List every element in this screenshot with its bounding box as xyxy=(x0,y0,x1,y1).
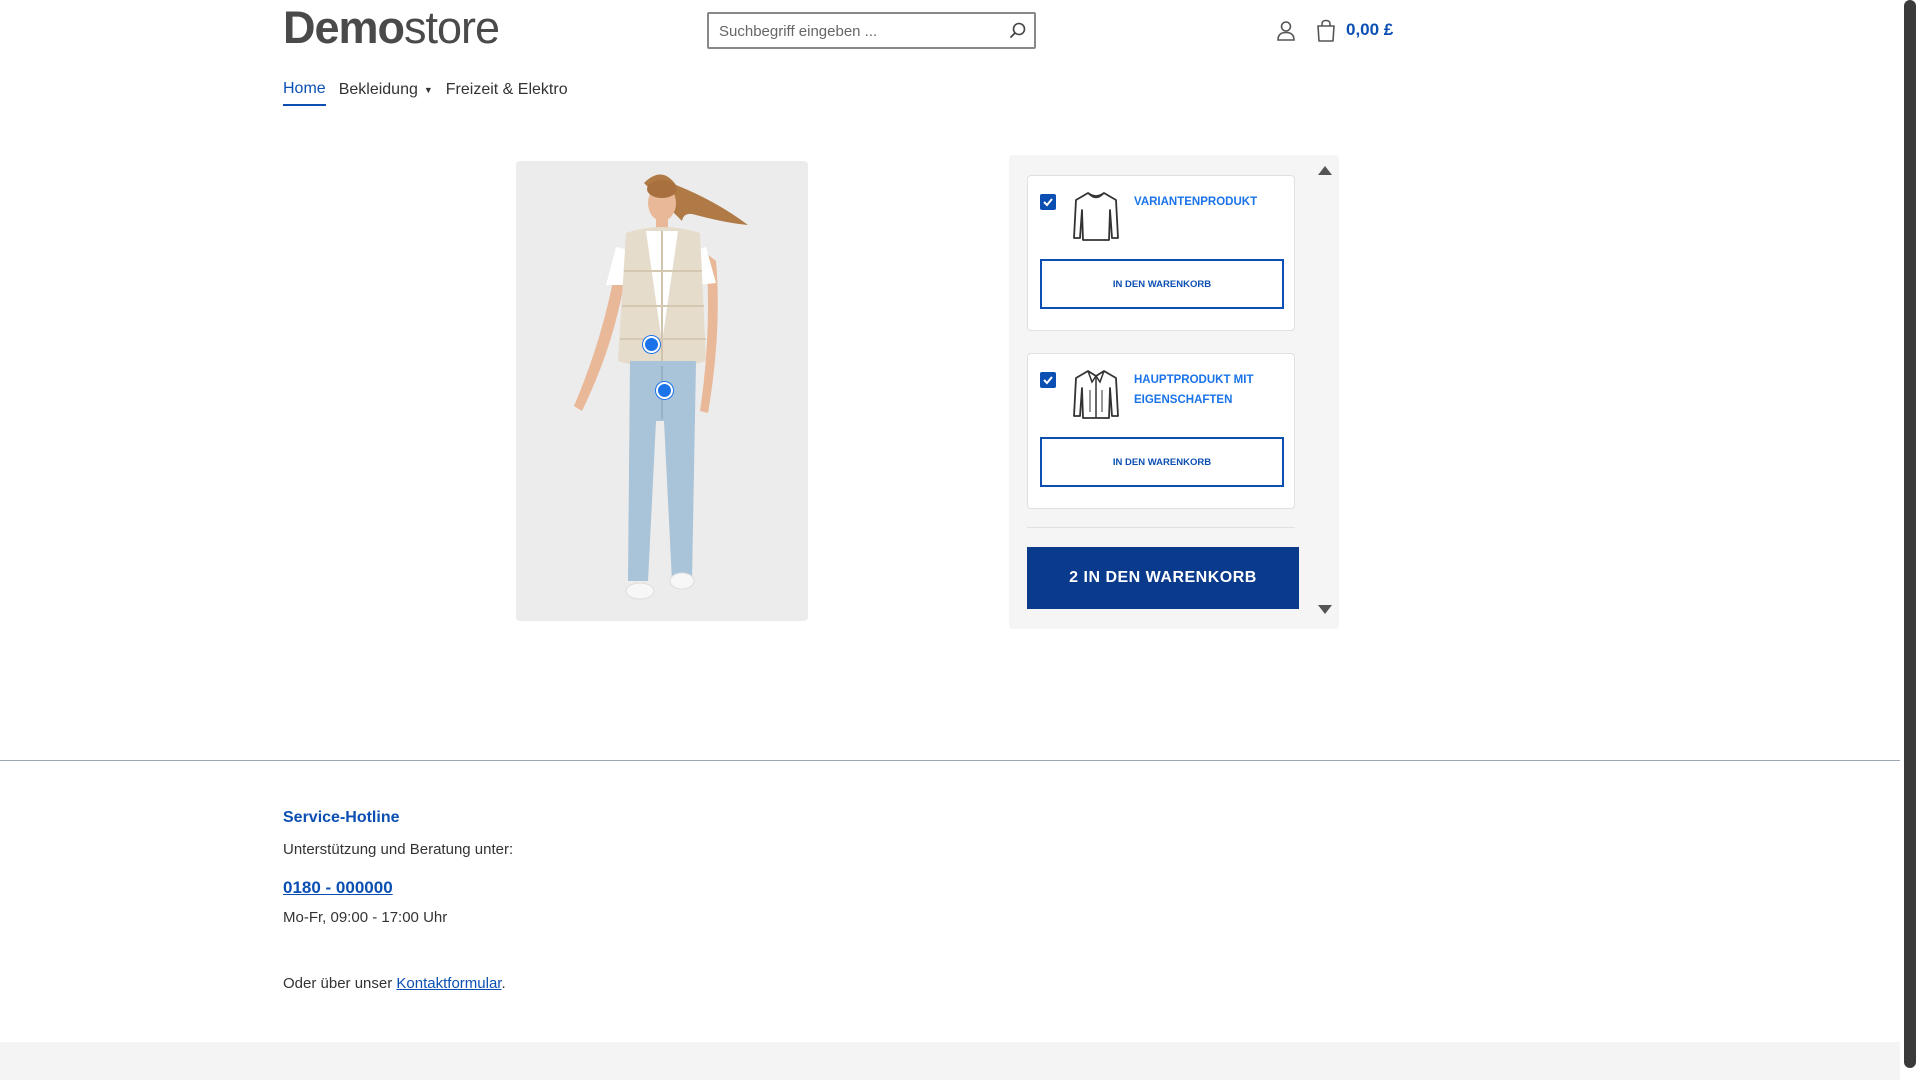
cross-selling-item: Hauptprodukt mit Eigenschaften In den Wa… xyxy=(1027,353,1295,509)
item-name[interactable]: Hauptprodukt mit Eigenschaften xyxy=(1134,370,1284,410)
add-to-cart-button[interactable]: In den Warenkorb xyxy=(1040,437,1284,487)
jacket-icon xyxy=(1072,368,1120,420)
contact-prefix: Oder über unser xyxy=(283,975,397,992)
cart-icon[interactable] xyxy=(1315,19,1337,43)
add-to-cart-button[interactable]: In den Warenkorb xyxy=(1040,259,1284,309)
logo-bold-text: Demo xyxy=(283,2,405,53)
search-input[interactable] xyxy=(717,14,1001,49)
product-image xyxy=(516,161,808,621)
contact-line: Oder über unser Kontaktformular. xyxy=(283,975,506,992)
search-box xyxy=(707,12,1036,49)
cross-selling-panel: Variantenprodukt In den Warenkorb Hauptp… xyxy=(1009,155,1339,629)
main-navigation: Home Bekleidung ▼ Freizeit & Elektro xyxy=(283,80,568,106)
cart-total[interactable]: 0,00 £ xyxy=(1346,20,1393,40)
item-name[interactable]: Variantenprodukt xyxy=(1134,192,1284,212)
hotspot-jeans[interactable] xyxy=(656,382,673,399)
service-hotline-title: Service-Hotline xyxy=(283,809,400,826)
contact-suffix: . xyxy=(501,975,506,992)
footer-bottom-band xyxy=(0,1042,1900,1080)
service-hours: Mo-Fr, 09:00 - 17:00 Uhr xyxy=(283,909,448,926)
store-logo[interactable]: Demostore xyxy=(283,2,500,53)
add-selected-to-cart-button[interactable]: 2 IN DEN WARENKORB xyxy=(1027,547,1299,609)
scroll-up-arrow-icon[interactable] xyxy=(1318,166,1332,175)
hotspot-vest[interactable] xyxy=(643,336,660,353)
search-icon[interactable] xyxy=(1008,21,1028,41)
long-sleeve-shirt-icon xyxy=(1072,190,1120,242)
service-hotline-subtitle: Unterstützung und Beratung unter: xyxy=(283,841,514,858)
panel-divider xyxy=(1027,527,1295,528)
footer-divider xyxy=(0,760,1900,761)
scroll-down-arrow-icon[interactable] xyxy=(1318,605,1332,614)
logo-light-text: store xyxy=(404,2,500,53)
page-scrollbar-thumb[interactable] xyxy=(1904,0,1916,1068)
item-checkbox[interactable] xyxy=(1040,194,1056,210)
caret-down-icon: ▼ xyxy=(423,85,433,95)
nav-item-bekleidung[interactable]: Bekleidung ▼ xyxy=(339,80,433,106)
nav-item-freizeit-elektro[interactable]: Freizeit & Elektro xyxy=(446,80,568,106)
nav-item-home[interactable]: Home xyxy=(283,80,326,106)
service-hotline-phone-link[interactable]: 0180 - 000000 xyxy=(283,878,393,898)
contact-form-link[interactable]: Kontaktformular xyxy=(396,975,501,992)
nav-item-bekleidung-label: Bekleidung xyxy=(338,81,418,98)
cross-selling-item: Variantenprodukt In den Warenkorb xyxy=(1027,175,1295,331)
item-checkbox[interactable] xyxy=(1040,372,1056,388)
account-icon[interactable] xyxy=(1276,20,1296,42)
